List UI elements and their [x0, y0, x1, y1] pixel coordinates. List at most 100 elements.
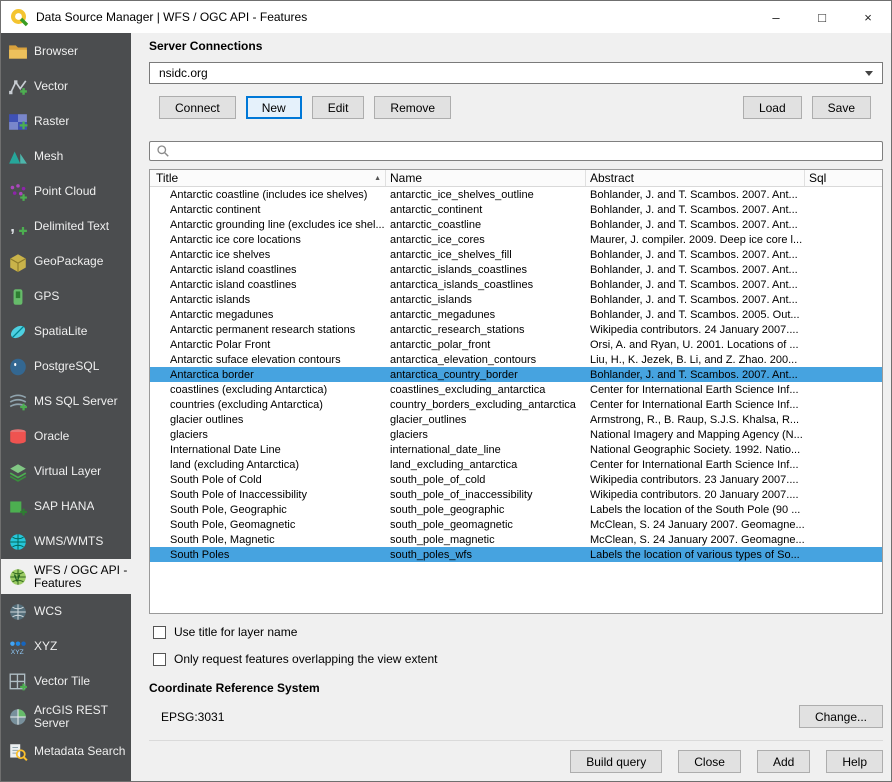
arcgis-globe-icon [8, 707, 28, 727]
overlap-extent-label: Only request features overlapping the vi… [174, 652, 437, 666]
sidebar: BrowserVectorRasterMeshPoint Cloud,Delim… [1, 33, 131, 781]
sidebar-item-postgresql[interactable]: PostgreSQL [1, 349, 131, 384]
cell-name: coastlines_excluding_antarctica [386, 384, 586, 396]
table-row[interactable]: Antarctica borderantarctica_country_bord… [150, 367, 882, 382]
sidebar-item-wfs-ogc-api-features[interactable]: VWFS / OGC API - Features [1, 559, 131, 594]
table-row[interactable]: Antarctic island coastlinesantarctica_is… [150, 277, 882, 292]
sidebar-item-spatialite[interactable]: SpatiaLite [1, 314, 131, 349]
sidebar-item-geopackage[interactable]: GeoPackage [1, 244, 131, 279]
cell-name: south_poles_wfs [386, 549, 586, 561]
sidebar-item-label: WCS [34, 605, 62, 618]
table-row[interactable]: Antarctic ice core locationsantarctic_ic… [150, 232, 882, 247]
use-title-checkbox[interactable] [153, 626, 166, 639]
sidebar-item-point-cloud[interactable]: Point Cloud [1, 174, 131, 209]
sort-ascending-icon: ▲ [374, 175, 381, 182]
table-row[interactable]: Antarctic Polar Frontantarctic_polar_fro… [150, 337, 882, 352]
sidebar-item-metadata-search[interactable]: Metadata Search [1, 734, 131, 769]
layer-table-header: Title ▲ Name Abstract Sql [150, 170, 882, 187]
overlap-extent-checkbox[interactable] [153, 653, 166, 666]
cell-name: international_date_line [386, 444, 586, 456]
cell-title: Antarctic megadunes [150, 309, 386, 321]
close-dialog-button[interactable]: Close [678, 750, 741, 773]
minimize-button[interactable]: – [753, 1, 799, 33]
table-row[interactable]: International Date Lineinternational_dat… [150, 442, 882, 457]
table-row[interactable]: South Pole, Magneticsouth_pole_magneticM… [150, 532, 882, 547]
sidebar-item-arcgis-rest-server[interactable]: ArcGIS REST Server [1, 699, 131, 734]
cell-abstract: Bohlander, J. and T. Scambos. 2007. Ant.… [586, 249, 805, 261]
remove-button[interactable]: Remove [374, 96, 451, 119]
search-input[interactable] [175, 143, 876, 159]
postgresql-icon [8, 357, 28, 377]
maximize-button[interactable]: □ [799, 1, 845, 33]
sidebar-item-xyz[interactable]: XYZXYZ [1, 629, 131, 664]
crs-change-button[interactable]: Change... [799, 705, 883, 728]
table-row[interactable]: glaciersglaciersNational Imagery and Map… [150, 427, 882, 442]
table-row[interactable]: South Polessouth_poles_wfsLabels the loc… [150, 547, 882, 562]
add-button[interactable]: Add [757, 750, 810, 773]
cell-name: antarctica_elevation_contours [386, 354, 586, 366]
edit-button[interactable]: Edit [312, 96, 365, 119]
sidebar-item-wcs[interactable]: WCS [1, 594, 131, 629]
cell-name: antarctic_coastline [386, 219, 586, 231]
table-row[interactable]: Antarctic islandsantarctic_islandsBohlan… [150, 292, 882, 307]
sidebar-item-wms-wmts[interactable]: WMS/WMTS [1, 524, 131, 559]
column-header-sql[interactable]: Sql [805, 170, 882, 186]
column-header-name[interactable]: Name [386, 170, 586, 186]
close-button[interactable]: × [845, 1, 891, 33]
cell-name: south_pole_of_inaccessibility [386, 489, 586, 501]
sidebar-item-virtual-layer[interactable]: Virtual Layer [1, 454, 131, 489]
mesh-icon [8, 147, 28, 167]
table-row[interactable]: Antarctic suface elevation contoursantar… [150, 352, 882, 367]
sidebar-item-oracle[interactable]: Oracle [1, 419, 131, 454]
connection-select[interactable]: nsidc.org [149, 62, 883, 84]
help-button[interactable]: Help [826, 750, 883, 773]
sidebar-item-raster[interactable]: Raster [1, 104, 131, 139]
table-row[interactable]: South Pole of Coldsouth_pole_of_coldWiki… [150, 472, 882, 487]
table-row[interactable]: Antarctic megadunesantarctic_megadunesBo… [150, 307, 882, 322]
vector-icon [8, 77, 28, 97]
table-row[interactable]: coastlines (excluding Antarctica)coastli… [150, 382, 882, 397]
save-button[interactable]: Save [812, 96, 871, 119]
use-title-option[interactable]: Use title for layer name [149, 623, 883, 641]
column-header-abstract[interactable]: Abstract [586, 170, 805, 186]
table-row[interactable]: South Pole, Geographicsouth_pole_geograp… [150, 502, 882, 517]
table-row[interactable]: Antarctic continentantarctic_continentBo… [150, 202, 882, 217]
connect-button[interactable]: Connect [159, 96, 236, 119]
sidebar-item-vector[interactable]: Vector [1, 69, 131, 104]
table-row[interactable]: land (excluding Antarctica)land_excludin… [150, 457, 882, 472]
sidebar-item-browser[interactable]: Browser [1, 34, 131, 69]
cell-title: Antarctic islands [150, 294, 386, 306]
table-row[interactable]: glacier outlinesglacier_outlinesArmstron… [150, 412, 882, 427]
cell-abstract: Bohlander, J. and T. Scambos. 2007. Ant.… [586, 189, 805, 201]
table-row[interactable]: Antarctic ice shelvesantarctic_ice_shelv… [150, 247, 882, 262]
cell-title: South Pole of Cold [150, 474, 386, 486]
new-button[interactable]: New [246, 96, 302, 119]
cell-abstract: Center for International Earth Science I… [586, 459, 805, 471]
table-row[interactable]: Antarctic island coastlinesantarctic_isl… [150, 262, 882, 277]
table-row[interactable]: South Pole of Inaccessibilitysouth_pole_… [150, 487, 882, 502]
sidebar-item-delimited-text[interactable]: ,Delimited Text [1, 209, 131, 244]
cell-abstract: National Geographic Society. 1992. Natio… [586, 444, 805, 456]
column-header-title[interactable]: Title ▲ [150, 170, 386, 186]
table-row[interactable]: Antarctic grounding line (excludes ice s… [150, 217, 882, 232]
cell-title: South Poles [150, 549, 386, 561]
build-query-button[interactable]: Build query [570, 750, 662, 773]
data-source-manager-window: Data Source Manager | WFS / OGC API - Fe… [0, 0, 892, 782]
sidebar-item-gps[interactable]: GPS [1, 279, 131, 314]
load-button[interactable]: Load [743, 96, 802, 119]
sidebar-item-sap-hana[interactable]: SAP HANA [1, 489, 131, 524]
sidebar-item-mesh[interactable]: Mesh [1, 139, 131, 174]
sidebar-item-label: MS SQL Server [34, 395, 118, 408]
layer-table-body: Antarctic coastline (includes ice shelve… [150, 187, 882, 613]
cell-abstract: Orsi, A. and Ryan, U. 2001. Locations of… [586, 339, 805, 351]
oracle-icon [8, 427, 28, 447]
sidebar-item-vector-tile[interactable]: Vector Tile [1, 664, 131, 699]
overlap-extent-option[interactable]: Only request features overlapping the vi… [149, 650, 883, 668]
table-row[interactable]: Antarctic permanent research stationsant… [150, 322, 882, 337]
sidebar-item-ms-sql-server[interactable]: MS SQL Server [1, 384, 131, 419]
table-row[interactable]: South Pole, Geomagneticsouth_pole_geomag… [150, 517, 882, 532]
window-body: BrowserVectorRasterMeshPoint Cloud,Delim… [1, 33, 891, 781]
table-row[interactable]: Antarctic coastline (includes ice shelve… [150, 187, 882, 202]
cell-title: countries (excluding Antarctica) [150, 399, 386, 411]
table-row[interactable]: countries (excluding Antarctica)country_… [150, 397, 882, 412]
